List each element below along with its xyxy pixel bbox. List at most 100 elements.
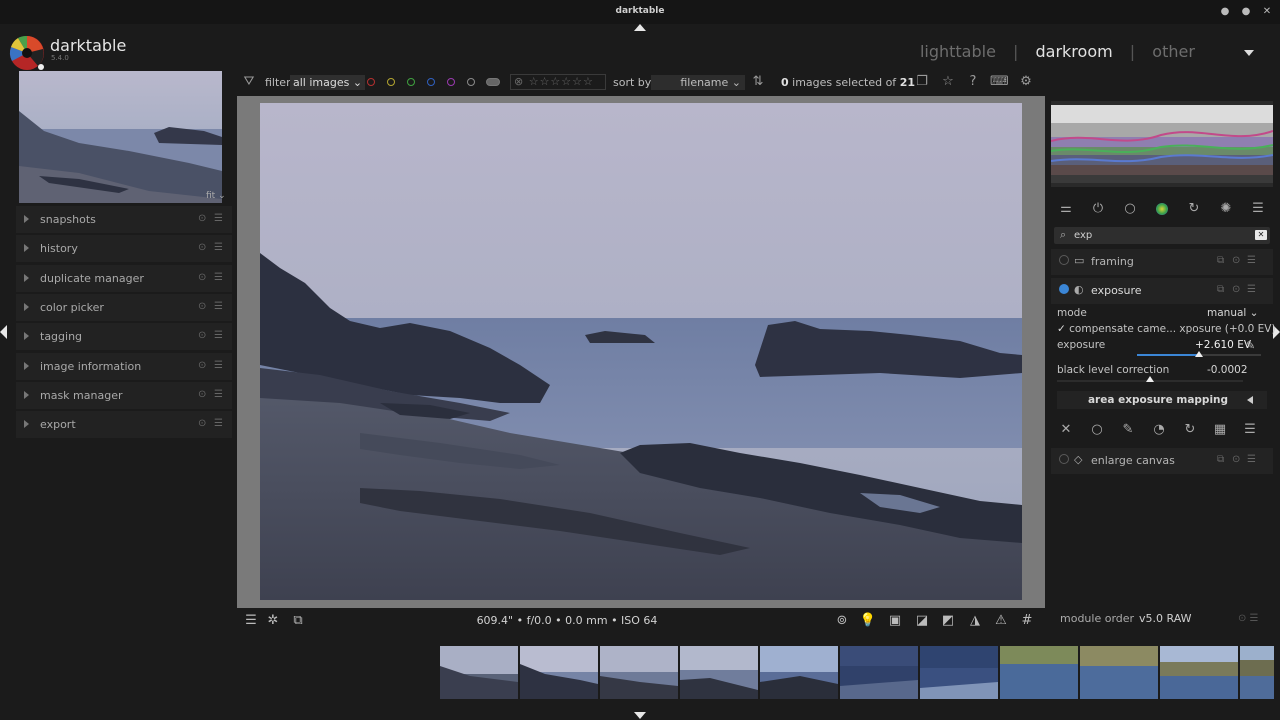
multi-instance-icon[interactable]: ⧉ <box>1217 255 1224 266</box>
module-enlarge-canvas[interactable]: ◇ enlarge canvas ⧉ ⊙ ☰ <box>1051 448 1273 474</box>
reset-icon[interactable]: ⊙ <box>198 330 206 341</box>
module-exposure[interactable]: ◐ exposure ⧉ ⊙ ☰ <box>1051 278 1273 304</box>
reset-icon[interactable]: ⊙ <box>1232 454 1240 465</box>
module-history[interactable]: history ⊙ ☰ <box>16 235 232 264</box>
keyboard-shortcuts-icon[interactable]: ⌨ <box>990 73 1009 91</box>
close-button[interactable]: ✕ <box>1260 5 1274 19</box>
correction-modules-icon[interactable]: ↻ <box>1185 200 1203 218</box>
filmstrip-thumbnail[interactable] <box>920 646 998 699</box>
enlarge-canvas-power-icon[interactable] <box>1059 454 1069 464</box>
iso12646-bulb-icon[interactable]: 💡 <box>858 611 878 631</box>
filmstrip-thumbnail[interactable] <box>600 646 678 699</box>
sort-select[interactable]: filename ⌄ <box>651 75 745 90</box>
filter-select[interactable]: all images ⌄ <box>290 75 366 90</box>
presets-icon[interactable]: ☰ <box>214 389 223 400</box>
collapse-left-arrow-icon[interactable] <box>0 325 7 339</box>
parametric-mask-icon[interactable]: ◔ <box>1149 420 1169 440</box>
reset-icon[interactable]: ⊙ <box>198 213 206 224</box>
collapse-top-arrow-icon[interactable] <box>634 24 646 31</box>
color-label-green[interactable] <box>407 78 415 86</box>
zoom-fit-selector[interactable]: fit ⌄ <box>206 191 226 201</box>
module-mask-manager[interactable]: mask manager ⊙ ☰ <box>16 382 232 411</box>
filmstrip-thumbnail[interactable] <box>1160 646 1238 699</box>
grid-guides-icon[interactable]: # <box>1017 611 1037 631</box>
module-framing[interactable]: ▭ framing ⧉ ⊙ ☰ <box>1051 249 1273 275</box>
filmstrip-thumbnail[interactable] <box>680 646 758 699</box>
presets-icon[interactable]: ☰ <box>1247 284 1256 295</box>
module-image-information[interactable]: image information ⊙ ☰ <box>16 353 232 382</box>
module-presets-menu-icon[interactable]: ☰ <box>1249 200 1267 218</box>
drawn-mask-brush-icon[interactable]: ✎ <box>1118 420 1138 440</box>
reset-icon[interactable]: ⊙ <box>198 360 206 371</box>
color-label-red[interactable] <box>367 78 375 86</box>
gamut-check-icon[interactable]: ⚠ <box>991 611 1011 631</box>
presets-icon[interactable]: ☰ <box>214 272 223 283</box>
clipping-icon[interactable]: ◪ <box>912 611 932 631</box>
view-other[interactable]: other <box>1152 42 1195 61</box>
reset-icon[interactable]: ⊙ <box>198 272 206 283</box>
maximize-button[interactable]: ● <box>1239 5 1253 19</box>
uniform-mask-circle-icon[interactable]: ○ <box>1087 420 1107 440</box>
guides-icon[interactable]: ◮ <box>965 611 985 631</box>
focus-peaking-icon[interactable]: ⊚ <box>832 611 852 631</box>
module-snapshots[interactable]: snapshots ⊙ ☰ <box>16 206 232 235</box>
navigation-thumbnail[interactable] <box>19 71 222 203</box>
color-label-yellow[interactable] <box>387 78 395 86</box>
filmstrip-thumbnail[interactable] <box>840 646 918 699</box>
softproof-icon[interactable]: ◩ <box>938 611 958 631</box>
presets-icon[interactable]: ☰ <box>1247 454 1256 465</box>
filter-icon[interactable]: ⛛ <box>240 73 258 91</box>
presets-icon[interactable]: ☰ <box>214 242 223 253</box>
color-label-blue[interactable] <box>427 78 435 86</box>
presets-icon[interactable]: ☰ <box>214 301 223 312</box>
filmstrip-thumbnail[interactable] <box>520 646 598 699</box>
mask-off-icon[interactable]: ✕ <box>1056 420 1076 440</box>
filmstrip-thumbnail[interactable] <box>1240 646 1274 699</box>
presets-icon[interactable]: ☰ <box>214 360 223 371</box>
module-tagging[interactable]: tagging ⊙ ☰ <box>16 323 232 352</box>
mode-select[interactable]: manual ⌄ <box>1207 307 1258 319</box>
exposure-slider-handle[interactable] <box>1195 351 1203 357</box>
reset-icon[interactable]: ⊙ <box>198 301 206 312</box>
filmstrip-thumbnail[interactable] <box>440 646 518 699</box>
module-color-picker[interactable]: color picker ⊙ ☰ <box>16 294 232 323</box>
grouping-icon[interactable]: ❐ <box>913 73 931 91</box>
compensate-checkbox-row[interactable]: ✓ compensate came... xposure (+0.0 EV) <box>1057 323 1276 335</box>
area-exposure-mapping-header[interactable]: area exposure mapping <box>1057 391 1267 409</box>
minimize-button[interactable]: ● <box>1218 5 1232 19</box>
view-darkroom[interactable]: darkroom <box>1036 42 1113 61</box>
reset-icon[interactable]: ⊙ <box>198 418 206 429</box>
base-modules-circle-icon[interactable]: ○ <box>1121 200 1139 218</box>
sort-order-icon[interactable]: ⇅ <box>749 73 767 91</box>
color-label-gray[interactable] <box>467 78 475 86</box>
drawn-parametric-mask-icon[interactable]: ↻ <box>1180 420 1200 440</box>
reset-icon[interactable]: ⊙ <box>198 389 206 400</box>
views-dropdown-icon[interactable] <box>1244 49 1254 56</box>
module-order-reset-icon[interactable]: ⊙ ☰ <box>1238 613 1259 624</box>
collapse-bottom-arrow-icon[interactable] <box>634 712 646 719</box>
view-lighttable[interactable]: lighttable <box>920 42 996 61</box>
active-modules-power-icon[interactable]: ⏻ <box>1089 200 1107 218</box>
multi-instance-icon[interactable]: ⧉ <box>1217 284 1224 295</box>
help-icon[interactable]: ? <box>964 73 982 91</box>
framing-power-icon[interactable] <box>1059 255 1069 265</box>
presets-icon[interactable]: ☰ <box>214 418 223 429</box>
raster-mask-icon[interactable]: ▦ <box>1210 420 1230 440</box>
presets-icon[interactable]: ☰ <box>214 330 223 341</box>
color-label-purple[interactable] <box>447 78 455 86</box>
filmstrip-thumbnail[interactable] <box>760 646 838 699</box>
effects-modules-icon[interactable]: ✺ <box>1217 200 1235 218</box>
module-order-value[interactable]: v5.0 RAW <box>1139 612 1192 625</box>
preferences-gear-icon[interactable]: ⚙ <box>1017 73 1035 91</box>
exposure-power-icon[interactable] <box>1059 284 1069 294</box>
rating-filter[interactable]: ⊗ ☆☆☆☆☆☆ <box>510 74 606 90</box>
raw-overexposed-icon[interactable]: ▣ <box>885 611 905 631</box>
blend-menu-icon[interactable]: ☰ <box>1240 420 1260 440</box>
quick-access-icon[interactable]: ⚌ <box>1057 200 1075 218</box>
picker-icon[interactable]: ✎ <box>1246 339 1255 352</box>
reset-icon[interactable]: ⊙ <box>1232 284 1240 295</box>
module-search-input[interactable] <box>1074 228 1244 242</box>
filmstrip-thumbnail[interactable] <box>1000 646 1078 699</box>
module-duplicate-manager[interactable]: duplicate manager ⊙ ☰ <box>16 265 232 294</box>
multi-instance-icon[interactable]: ⧉ <box>1217 454 1224 465</box>
